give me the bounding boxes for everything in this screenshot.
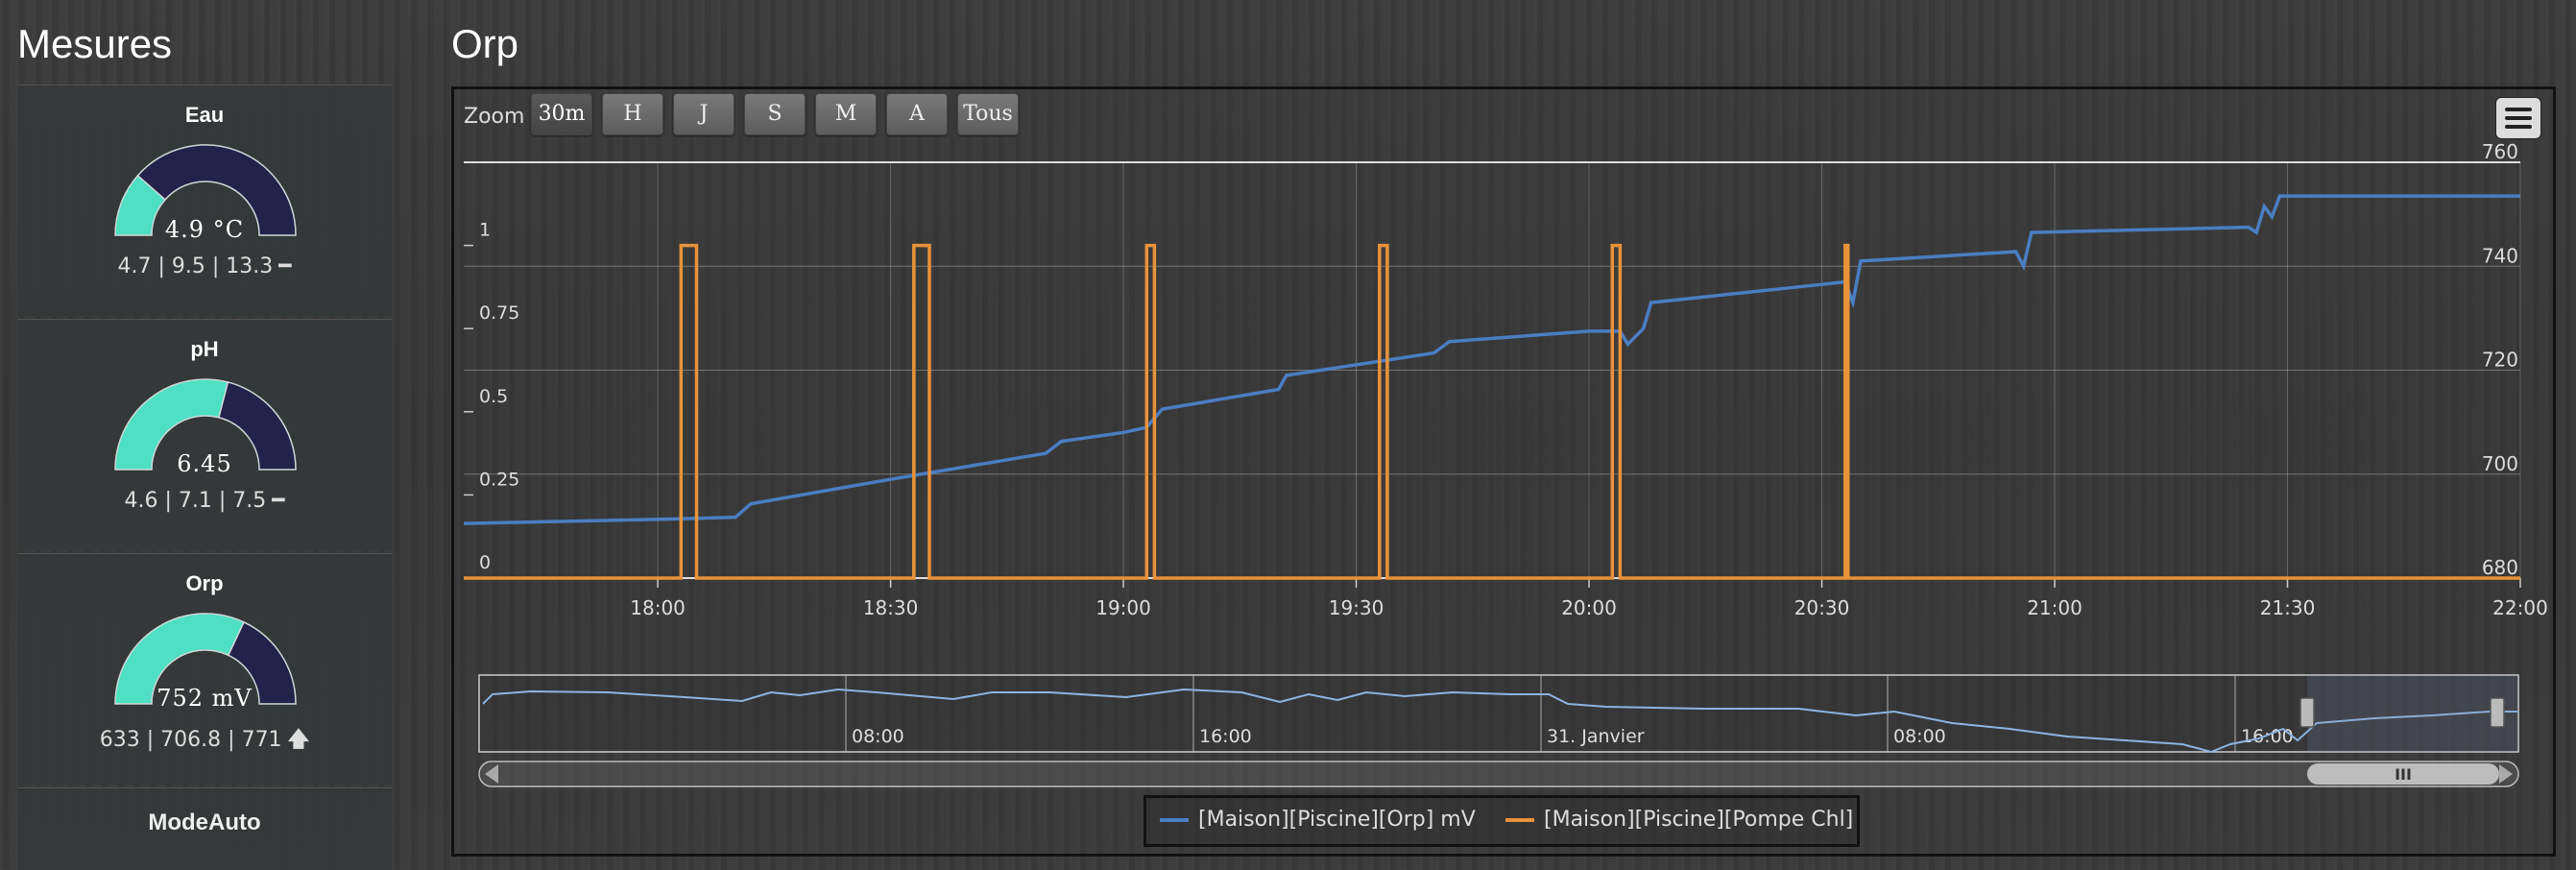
x-axis-tick: 18:30 <box>863 596 919 619</box>
legend-label: [Maison][Piscine][Pompe Chl] <box>1544 808 1854 832</box>
navigator-label: 16:00 <box>2241 726 2294 747</box>
widget-title: Orp <box>185 571 224 595</box>
navigator-frame[interactable] <box>478 674 2519 753</box>
stats-text: 4.6 | 7.1 | 7.5 <box>124 489 267 513</box>
navigator-label: 16:00 <box>1199 726 1252 747</box>
x-axis-tick: 19:00 <box>1095 596 1151 619</box>
navigator-handle[interactable] <box>2490 697 2505 728</box>
right-axis-tick: 740 <box>2482 244 2518 267</box>
left-axis-tick: 0.75 <box>479 302 519 324</box>
gauge-value: 752 mV <box>156 685 253 712</box>
legend-swatch <box>1160 818 1189 822</box>
x-axis-tick: 18:00 <box>630 596 686 619</box>
navigator-handle[interactable] <box>2299 697 2315 728</box>
right-axis-tick: 760 <box>2482 140 2518 163</box>
x-axis-tick: 21:00 <box>2027 596 2082 619</box>
right-axis-tick: 720 <box>2482 349 2518 372</box>
navigator-label: 08:00 <box>1893 726 1946 747</box>
scrollbar-grip-icon: III <box>2395 765 2412 784</box>
arrow-up-icon: 🡅 <box>287 728 310 752</box>
right-axis-tick: 700 <box>2482 452 2518 475</box>
gauge-value: 6.45 <box>177 450 232 477</box>
gauge-stats: 4.6 | 7.1 | 7.5 ━ <box>17 489 392 513</box>
stats-text: 4.7 | 9.5 | 13.3 <box>117 254 274 278</box>
stats-text: 633 | 706.8 | 771 <box>99 728 282 752</box>
navigator-label: 31. Janvier <box>1547 726 1645 747</box>
orp-widget[interactable]: Orp 752 mV 633 | 706.8 | 771 🡅 <box>17 553 392 785</box>
chart-legend: [Maison][Piscine][Orp] mV [Maison][Pisci… <box>1144 795 1860 847</box>
right-axis-tick: 680 <box>2482 556 2518 579</box>
legend-item-orp[interactable]: [Maison][Piscine][Orp] mV <box>1160 808 1476 832</box>
left-axis-tick: 0.25 <box>479 469 519 490</box>
x-axis-tick: 22:00 <box>2492 596 2548 619</box>
pump-series-line[interactable] <box>464 243 2520 580</box>
navigator-selection[interactable] <box>2307 675 2518 752</box>
x-axis-tick: 21:30 <box>2260 596 2316 619</box>
mode-auto-widget[interactable]: ModeAuto <box>17 787 392 870</box>
mode-auto-label: ModeAuto <box>148 810 261 835</box>
legend-item-pump[interactable]: [Maison][Piscine][Pompe Chl] <box>1505 808 1853 832</box>
left-axis-tick: 0 <box>479 552 491 573</box>
legend-swatch <box>1505 818 1534 822</box>
x-axis-tick: 19:30 <box>1329 596 1384 619</box>
widget-title: pH <box>190 337 219 361</box>
widget-title: Eau <box>184 103 225 127</box>
chart-title: Orp <box>451 21 519 66</box>
dash-icon: ━ <box>278 254 292 278</box>
left-axis-tick: 1 <box>479 220 491 241</box>
eau-widget[interactable]: Eau 4.9 °C 4.7 | 9.5 | 13.3 ━ <box>17 85 392 316</box>
navigator-label: 08:00 <box>852 726 904 747</box>
ph-widget[interactable]: pH 6.45 4.6 | 7.1 | 7.5 ━ <box>17 319 392 550</box>
gauge-stats: 4.7 | 9.5 | 13.3 ━ <box>17 254 392 278</box>
gauge-value: 4.9 °C <box>164 216 245 243</box>
left-axis-tick: 0.5 <box>479 386 508 407</box>
sidebar-title: Mesures <box>17 21 173 66</box>
orp-chart[interactable]: 680 700 720 740 760 0 0.25 0.5 0.75 1 18:00 18:30 19… <box>454 89 2553 854</box>
gauge-stats: 633 | 706.8 | 771 🡅 <box>17 723 392 760</box>
dash-icon: ━ <box>272 489 285 513</box>
x-axis-tick: 20:00 <box>1561 596 1617 619</box>
x-axis-tick: 20:30 <box>1794 596 1850 619</box>
chart-container: Zoom 30m H J S M A Tous 680 700 720 740 760 0… <box>451 86 2556 857</box>
legend-label: [Maison][Piscine][Orp] mV <box>1198 808 1476 832</box>
scrollbar-track[interactable] <box>478 761 2519 787</box>
